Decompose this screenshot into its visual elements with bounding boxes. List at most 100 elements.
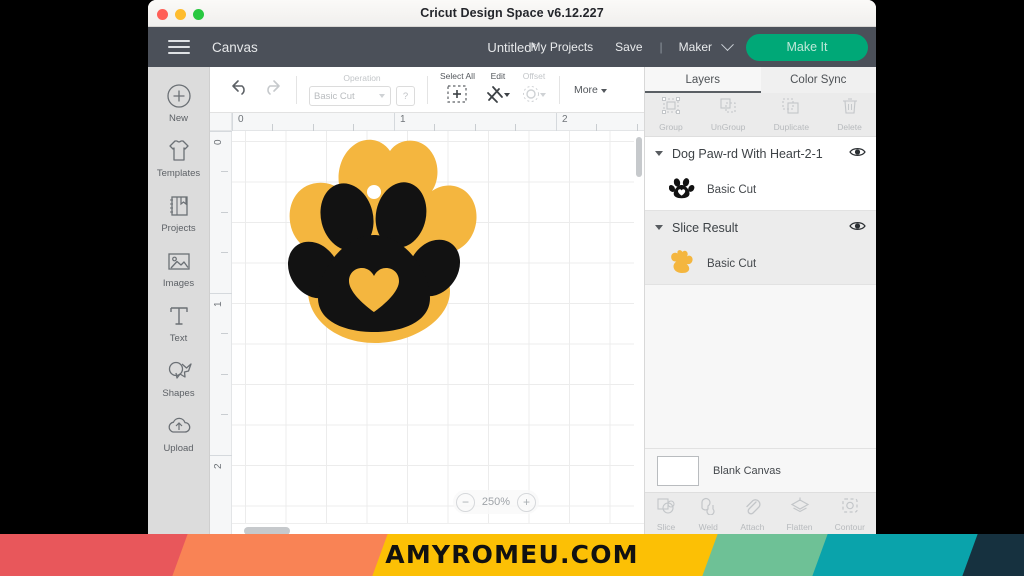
zoom-in-button[interactable]: + — [516, 492, 536, 512]
sidebar-label-images: Images — [162, 278, 195, 289]
layer-child-label: Basic Cut — [707, 184, 757, 196]
ruler-v-label-0: 0 — [213, 139, 224, 145]
sidebar-item-images[interactable]: Images — [150, 246, 208, 289]
text-icon — [164, 301, 194, 331]
sidebar-label-templates: Templates — [156, 168, 201, 179]
redo-icon[interactable] — [262, 78, 284, 101]
select-all-tool[interactable]: Select All — [440, 71, 475, 109]
document-title[interactable]: Untitled* — [487, 40, 536, 55]
operation-value: Basic Cut — [314, 90, 355, 102]
tab-layers[interactable]: Layers — [645, 67, 761, 93]
duplicate-icon — [781, 97, 801, 120]
group-label: Group — [659, 122, 683, 132]
shapes-icon — [164, 356, 194, 386]
layer-child-label: Basic Cut — [707, 258, 757, 270]
chevron-down-icon[interactable] — [721, 37, 734, 51]
operation-select[interactable]: Basic Cut — [309, 86, 391, 106]
trash-icon — [840, 97, 860, 120]
undo-redo-group — [218, 78, 296, 101]
contour-icon — [840, 497, 860, 520]
select-all-icon — [446, 84, 468, 109]
flatten-button[interactable]: Flatten — [787, 497, 813, 532]
group-button[interactable]: Group — [659, 97, 683, 132]
slice-icon — [656, 497, 676, 520]
ungroup-icon — [718, 97, 738, 120]
ruler-v-label-1: 1 — [213, 301, 224, 307]
zoom-out-button[interactable]: − — [456, 492, 475, 512]
sidebar-item-upload[interactable]: Upload — [150, 411, 208, 454]
operation-control: Operation Basic Cut ? — [309, 73, 415, 106]
sidebar-item-projects[interactable]: Projects — [150, 191, 208, 234]
sidebar-item-templates[interactable]: Templates — [150, 136, 208, 179]
offset-label: Offset — [522, 70, 546, 81]
screenshot-root: Cricut Design Space v6.12.227 Canvas Unt… — [0, 0, 1024, 576]
app-body: New Templates Projects Images Text Shape… — [148, 67, 876, 536]
sidebar-label-upload: Upload — [163, 443, 194, 454]
sidebar-label-projects: Projects — [161, 223, 196, 234]
contour-button[interactable]: Contour — [835, 497, 865, 532]
eye-icon[interactable] — [849, 145, 866, 163]
blank-canvas-label: Blank Canvas — [713, 464, 781, 477]
layer-child-row[interactable]: Basic Cut — [645, 244, 876, 284]
save-button[interactable]: Save — [604, 40, 653, 54]
footer-banner: AMYROMEU.COM — [0, 534, 1024, 576]
machine-selector[interactable]: Maker — [669, 40, 716, 54]
hanging-hole — [367, 185, 381, 199]
chevron-down-icon — [600, 88, 607, 93]
slice-button[interactable]: Slice — [656, 497, 676, 532]
panel-tabs: Layers Color Sync — [645, 67, 876, 93]
ruler-corner — [210, 113, 232, 131]
nav-canvas-label[interactable]: Canvas — [212, 40, 258, 55]
ruler-h-label-2: 2 — [562, 114, 568, 125]
blank-canvas-swatch[interactable] — [657, 455, 699, 486]
contour-label: Contour — [834, 522, 865, 532]
maximize-window-button[interactable] — [193, 9, 204, 20]
offset-tool[interactable]: Offset — [521, 71, 547, 109]
vertical-scrollbar[interactable] — [634, 131, 644, 523]
paw-artwork[interactable] — [270, 131, 480, 346]
expand-triangle-icon[interactable] — [655, 151, 663, 156]
sidebar-item-text[interactable]: Text — [150, 301, 208, 344]
delete-button[interactable]: Delete — [837, 97, 862, 132]
navbar-right-group: My Projects Save | Maker Make It — [519, 33, 876, 61]
weld-button[interactable]: Weld — [698, 497, 718, 532]
minimize-window-button[interactable] — [175, 9, 186, 20]
select-all-label: Select All — [440, 70, 475, 81]
vertical-ruler: 0 1 2 — [210, 131, 232, 536]
sidebar-item-new[interactable]: New — [150, 81, 208, 124]
operation-label: Operation — [343, 73, 381, 83]
book-icon — [164, 191, 194, 221]
edit-toolbar: Operation Basic Cut ? Select All Edit Of… — [210, 67, 644, 113]
tshirt-icon — [164, 136, 194, 166]
close-window-button[interactable] — [157, 9, 168, 20]
make-it-button[interactable]: Make It — [746, 33, 868, 61]
eye-icon[interactable] — [849, 219, 866, 237]
sidebar-item-shapes[interactable]: Shapes — [150, 356, 208, 399]
operation-help-button[interactable]: ? — [396, 86, 415, 106]
attach-button[interactable]: Attach — [740, 497, 764, 532]
flatten-icon — [790, 497, 810, 520]
layer-group-1: Dog Paw-rd With Heart-2-1 Basic Cut — [645, 137, 876, 211]
more-button[interactable]: More — [560, 84, 607, 96]
vertical-scroll-thumb[interactable] — [636, 137, 642, 177]
layer-group-2: Slice Result Basic Cut — [645, 211, 876, 285]
layer-header[interactable]: Dog Paw-rd With Heart-2-1 — [645, 137, 876, 170]
operation-group: Operation Basic Cut ? — [297, 73, 427, 106]
undo-icon[interactable] — [228, 78, 250, 101]
design-canvas[interactable]: 0 1 2 0 1 2 − 250% + — [210, 113, 644, 536]
top-navbar: Canvas Untitled* My Projects Save | Make… — [148, 27, 876, 67]
edit-tool[interactable]: Edit — [485, 71, 511, 109]
chevron-down-icon — [379, 94, 385, 98]
ruler-v-label-2: 2 — [213, 463, 224, 469]
panel-bottom-tools: Slice Weld Attach Flatten Contour — [645, 492, 876, 536]
ungroup-button[interactable]: UnGroup — [711, 97, 745, 132]
weld-label: Weld — [698, 522, 718, 532]
blank-canvas-row[interactable]: Blank Canvas — [645, 448, 876, 492]
layer-child-row[interactable]: Basic Cut — [645, 170, 876, 210]
tab-color-sync[interactable]: Color Sync — [761, 67, 877, 93]
layer-header[interactable]: Slice Result — [645, 211, 876, 244]
duplicate-button[interactable]: Duplicate — [774, 97, 809, 132]
expand-triangle-icon[interactable] — [655, 225, 663, 230]
plus-circle-icon — [164, 81, 194, 111]
hamburger-menu-icon[interactable] — [168, 40, 190, 54]
